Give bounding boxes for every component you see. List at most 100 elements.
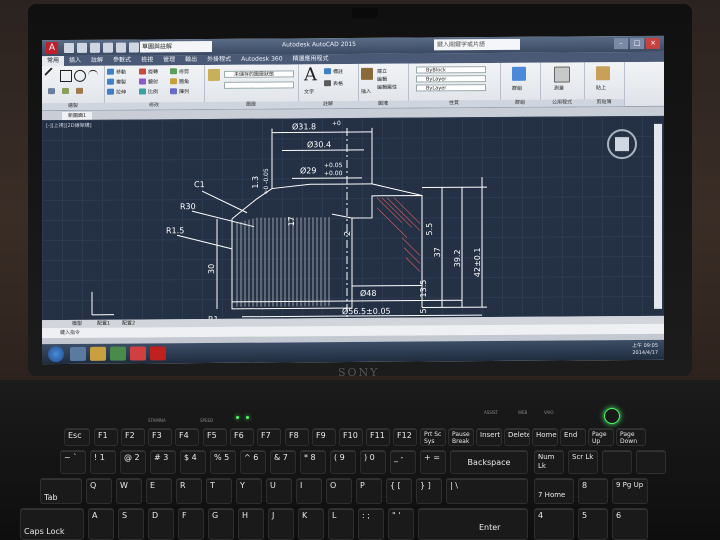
mirror-label[interactable]: 鏡射 bbox=[148, 78, 158, 85]
lineweight-select[interactable]: ByLayer bbox=[416, 84, 486, 92]
key-q[interactable]: Q bbox=[86, 478, 112, 504]
key-f3[interactable]: F3 bbox=[148, 428, 172, 446]
fillet-icon[interactable] bbox=[170, 78, 177, 85]
taskbar-explorer-icon[interactable] bbox=[90, 346, 106, 361]
key-f11[interactable]: F11 bbox=[366, 428, 390, 446]
taskbar-autocad-icon[interactable] bbox=[150, 346, 166, 361]
key-right-bracket[interactable]: } ] bbox=[416, 478, 442, 504]
key-delete[interactable]: Delete bbox=[504, 428, 530, 446]
key-l[interactable]: L bbox=[328, 508, 354, 540]
key-num-8[interactable]: 8 bbox=[578, 478, 608, 504]
edit-attr-label[interactable]: 編輯屬性 bbox=[377, 84, 397, 91]
measure-icon[interactable] bbox=[554, 66, 570, 83]
start-button[interactable] bbox=[48, 346, 64, 363]
key-quote[interactable]: " ' bbox=[388, 508, 414, 540]
linetype-select[interactable]: ByLayer bbox=[416, 75, 486, 83]
new-icon[interactable] bbox=[64, 42, 74, 54]
key-num-lock[interactable]: Num Lk bbox=[534, 450, 564, 474]
key-equals[interactable]: + = bbox=[420, 450, 446, 474]
layer-state-select[interactable]: 未儲存的圖層狀態 bbox=[224, 70, 294, 78]
key-y[interactable]: Y bbox=[236, 478, 262, 504]
key-end[interactable]: End bbox=[560, 428, 586, 446]
key-num-4[interactable]: 4 bbox=[534, 508, 574, 540]
key-esc[interactable]: Esc bbox=[64, 428, 90, 446]
fillet-label[interactable]: 圓角 bbox=[179, 78, 189, 85]
key-minus[interactable]: _ - bbox=[390, 450, 416, 474]
taskbar-chrome-icon[interactable] bbox=[130, 346, 146, 361]
open-icon[interactable] bbox=[77, 42, 87, 53]
stretch-icon[interactable] bbox=[107, 88, 114, 95]
scale-icon[interactable] bbox=[139, 88, 146, 95]
taskbar-ie-icon[interactable] bbox=[70, 346, 86, 361]
key-num-5[interactable]: 5 bbox=[578, 508, 608, 540]
document-tab-drawing1[interactable]: 新圖面1 bbox=[62, 111, 93, 121]
key-tab[interactable]: Tab bbox=[40, 478, 82, 504]
close-button[interactable]: × bbox=[646, 37, 660, 49]
dimension-label[interactable]: 標註 bbox=[333, 68, 343, 75]
key-f5[interactable]: F5 bbox=[203, 428, 227, 446]
minimize-button[interactable]: – bbox=[614, 38, 628, 50]
drawing-canvas[interactable]: [-][上視][2D線架構] Ø31.8 +0 Ø30.4 Ø29 +0.05 … bbox=[42, 115, 664, 321]
text-icon[interactable]: A bbox=[304, 64, 317, 85]
array-icon[interactable] bbox=[170, 88, 177, 95]
key-2[interactable]: @ 2 bbox=[120, 450, 146, 474]
key-1[interactable]: ! 1 bbox=[90, 450, 116, 474]
key-9[interactable]: ( 9 bbox=[330, 450, 356, 474]
tab-view[interactable]: 檢視 bbox=[136, 55, 158, 65]
save-icon[interactable] bbox=[90, 42, 100, 53]
tab-model[interactable]: 模型 bbox=[72, 320, 82, 328]
tab-layout1[interactable]: 配置1 bbox=[97, 320, 110, 328]
tab-insert[interactable]: 插入 bbox=[64, 56, 86, 66]
key-home[interactable]: Home bbox=[532, 428, 558, 446]
key-t[interactable]: T bbox=[206, 478, 232, 504]
mirror-icon[interactable] bbox=[139, 78, 146, 85]
key-insert[interactable]: Insert bbox=[476, 428, 502, 446]
key-p[interactable]: P bbox=[356, 478, 382, 504]
key-u[interactable]: U bbox=[266, 478, 292, 504]
key-7[interactable]: & 7 bbox=[270, 450, 296, 474]
paste-label[interactable]: 貼上 bbox=[596, 84, 606, 91]
stretch-label[interactable]: 拉伸 bbox=[116, 89, 126, 96]
key-g[interactable]: G bbox=[208, 508, 234, 540]
workspace-select[interactable]: 草圖與註解 bbox=[140, 40, 212, 53]
key-e[interactable]: E bbox=[146, 478, 172, 504]
key-3[interactable]: # 3 bbox=[150, 450, 176, 474]
key-page-up[interactable]: Page Up bbox=[588, 428, 614, 446]
key-backtick[interactable]: ~ ` bbox=[60, 450, 86, 474]
key-f8[interactable]: F8 bbox=[285, 428, 309, 446]
group-icon[interactable] bbox=[512, 66, 526, 81]
key-6[interactable]: ^ 6 bbox=[240, 450, 266, 474]
save-as-icon[interactable] bbox=[103, 42, 113, 53]
command-input[interactable]: 鍵入指令 bbox=[60, 329, 80, 336]
key-4[interactable]: $ 4 bbox=[180, 450, 206, 474]
print-icon[interactable] bbox=[116, 42, 126, 53]
insert-label[interactable]: 插入 bbox=[361, 88, 371, 95]
color-select[interactable]: ByBlock bbox=[416, 66, 486, 74]
tab-addins[interactable]: 外掛程式 bbox=[202, 55, 236, 65]
copy-label[interactable]: 複製 bbox=[116, 79, 126, 86]
dimension-icon[interactable] bbox=[324, 68, 331, 75]
key-prtsc[interactable]: Prt Sc Sys Rq bbox=[420, 428, 446, 446]
key-8[interactable]: * 8 bbox=[300, 450, 326, 474]
key-k[interactable]: K bbox=[298, 508, 324, 540]
key-w[interactable]: W bbox=[116, 478, 142, 504]
text-label[interactable]: 文字 bbox=[304, 88, 314, 95]
polyline-icon[interactable] bbox=[60, 69, 72, 83]
key-left-bracket[interactable]: { [ bbox=[386, 478, 412, 504]
key-d[interactable]: D bbox=[148, 508, 174, 540]
rotate-label[interactable]: 旋轉 bbox=[148, 68, 158, 75]
key-h[interactable]: H bbox=[238, 508, 264, 540]
tab-output[interactable]: 輸出 bbox=[180, 55, 202, 65]
key-backslash[interactable]: | \ bbox=[446, 478, 528, 504]
undo-icon[interactable] bbox=[129, 42, 139, 53]
trim-label[interactable]: 修剪 bbox=[179, 68, 189, 75]
copy-icon[interactable] bbox=[107, 78, 114, 85]
table-label[interactable]: 表格 bbox=[333, 80, 343, 87]
key-caps-lock[interactable]: Caps Lock bbox=[20, 508, 84, 540]
key-num-7[interactable]: 7 Home bbox=[534, 478, 574, 504]
key-f9[interactable]: F9 bbox=[312, 428, 336, 446]
tab-parametric[interactable]: 參數式 bbox=[108, 56, 136, 66]
taskbar-media-icon[interactable] bbox=[110, 346, 126, 361]
insert-block-icon[interactable] bbox=[361, 67, 373, 80]
hatch-icon[interactable] bbox=[62, 87, 69, 95]
